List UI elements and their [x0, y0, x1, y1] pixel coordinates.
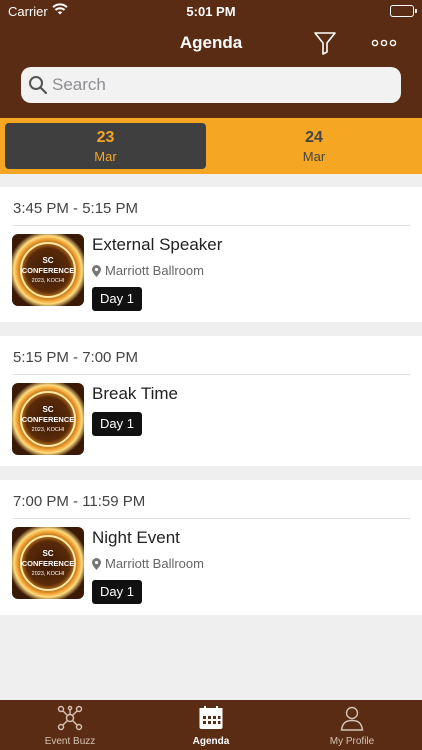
session-time: 3:45 PM - 5:15 PM — [13, 200, 139, 217]
thumb-line-3: 2023, KOCHI — [32, 427, 65, 433]
session-card[interactable]: 3:45 PM - 5:15 PM SC CONFERENCE 2023, KO… — [0, 187, 422, 322]
day-badge: Day 1 — [92, 412, 142, 436]
more-options-icon[interactable] — [371, 33, 397, 53]
date-tab-24[interactable]: 24 Mar — [211, 123, 417, 169]
tab-label: Event Buzz — [44, 736, 96, 747]
date-selector: 23 Mar 24 Mar — [0, 118, 422, 174]
thumb-line-1: SC — [42, 405, 53, 414]
thumb-line-2: CONFERENCE — [22, 559, 75, 568]
location-text: Marriott Ballroom — [105, 556, 204, 571]
date-day: 23 — [96, 129, 115, 146]
event-thumbnail: SC CONFERENCE 2023, KOCHI — [12, 383, 84, 455]
event-thumbnail: SC CONFERENCE 2023, KOCHI — [12, 527, 84, 599]
location-pin-icon — [92, 265, 101, 280]
header: Carrier 5:01 PM Agenda — [0, 0, 422, 118]
session-time: 5:15 PM - 7:00 PM — [13, 349, 139, 366]
date-month: Mar — [94, 149, 117, 164]
tab-event-buzz[interactable]: Event Buzz — [0, 700, 140, 750]
search-input[interactable] — [52, 67, 392, 103]
page-title: Agenda — [179, 33, 243, 52]
clock: 5:01 PM — [186, 4, 236, 19]
network-icon — [57, 705, 83, 731]
session-location: Marriott Ballroom — [92, 556, 204, 573]
divider — [13, 225, 410, 226]
tab-agenda[interactable]: Agenda — [141, 700, 281, 750]
divider — [13, 518, 410, 519]
search-icon — [28, 75, 48, 95]
session-title: Break Time — [92, 384, 178, 403]
thumb-line-2: CONFERENCE — [22, 266, 75, 275]
search-bar[interactable] — [21, 67, 401, 103]
day-badge: Day 1 — [92, 287, 142, 311]
thumb-line-1: SC — [42, 256, 53, 265]
thumb-line-1: SC — [42, 549, 53, 558]
session-card[interactable]: 7:00 PM - 11:59 PM SC CONFERENCE 2023, K… — [0, 480, 422, 615]
session-card[interactable]: 5:15 PM - 7:00 PM SC CONFERENCE 2023, KO… — [0, 336, 422, 466]
calendar-icon — [198, 705, 224, 731]
thumb-line-3: 2023, KOCHI — [32, 278, 65, 284]
tab-label: Agenda — [192, 736, 230, 747]
session-title: External Speaker — [92, 235, 223, 254]
session-title: Night Event — [92, 528, 180, 547]
filter-icon[interactable] — [313, 30, 337, 56]
event-thumbnail: SC CONFERENCE 2023, KOCHI — [12, 234, 84, 306]
tab-my-profile[interactable]: My Profile — [282, 700, 422, 750]
session-time: 7:00 PM - 11:59 PM — [13, 493, 146, 510]
status-bar: Carrier 5:01 PM — [0, 0, 422, 22]
day-badge: Day 1 — [92, 580, 142, 604]
tab-label: My Profile — [329, 736, 375, 747]
session-location: Marriott Ballroom — [92, 263, 204, 280]
date-tab-23[interactable]: 23 Mar — [5, 123, 206, 169]
thumb-line-2: CONFERENCE — [22, 415, 75, 424]
date-month: Mar — [302, 149, 326, 164]
thumb-line-3: 2023, KOCHI — [32, 571, 65, 577]
divider — [13, 374, 410, 375]
profile-icon — [339, 705, 365, 731]
bottom-tab-bar: Event Buzz Agenda My Profile — [0, 700, 422, 750]
date-day: 24 — [305, 129, 323, 146]
location-text: Marriott Ballroom — [105, 263, 204, 278]
location-pin-icon — [92, 558, 101, 573]
battery-icon — [390, 5, 417, 17]
